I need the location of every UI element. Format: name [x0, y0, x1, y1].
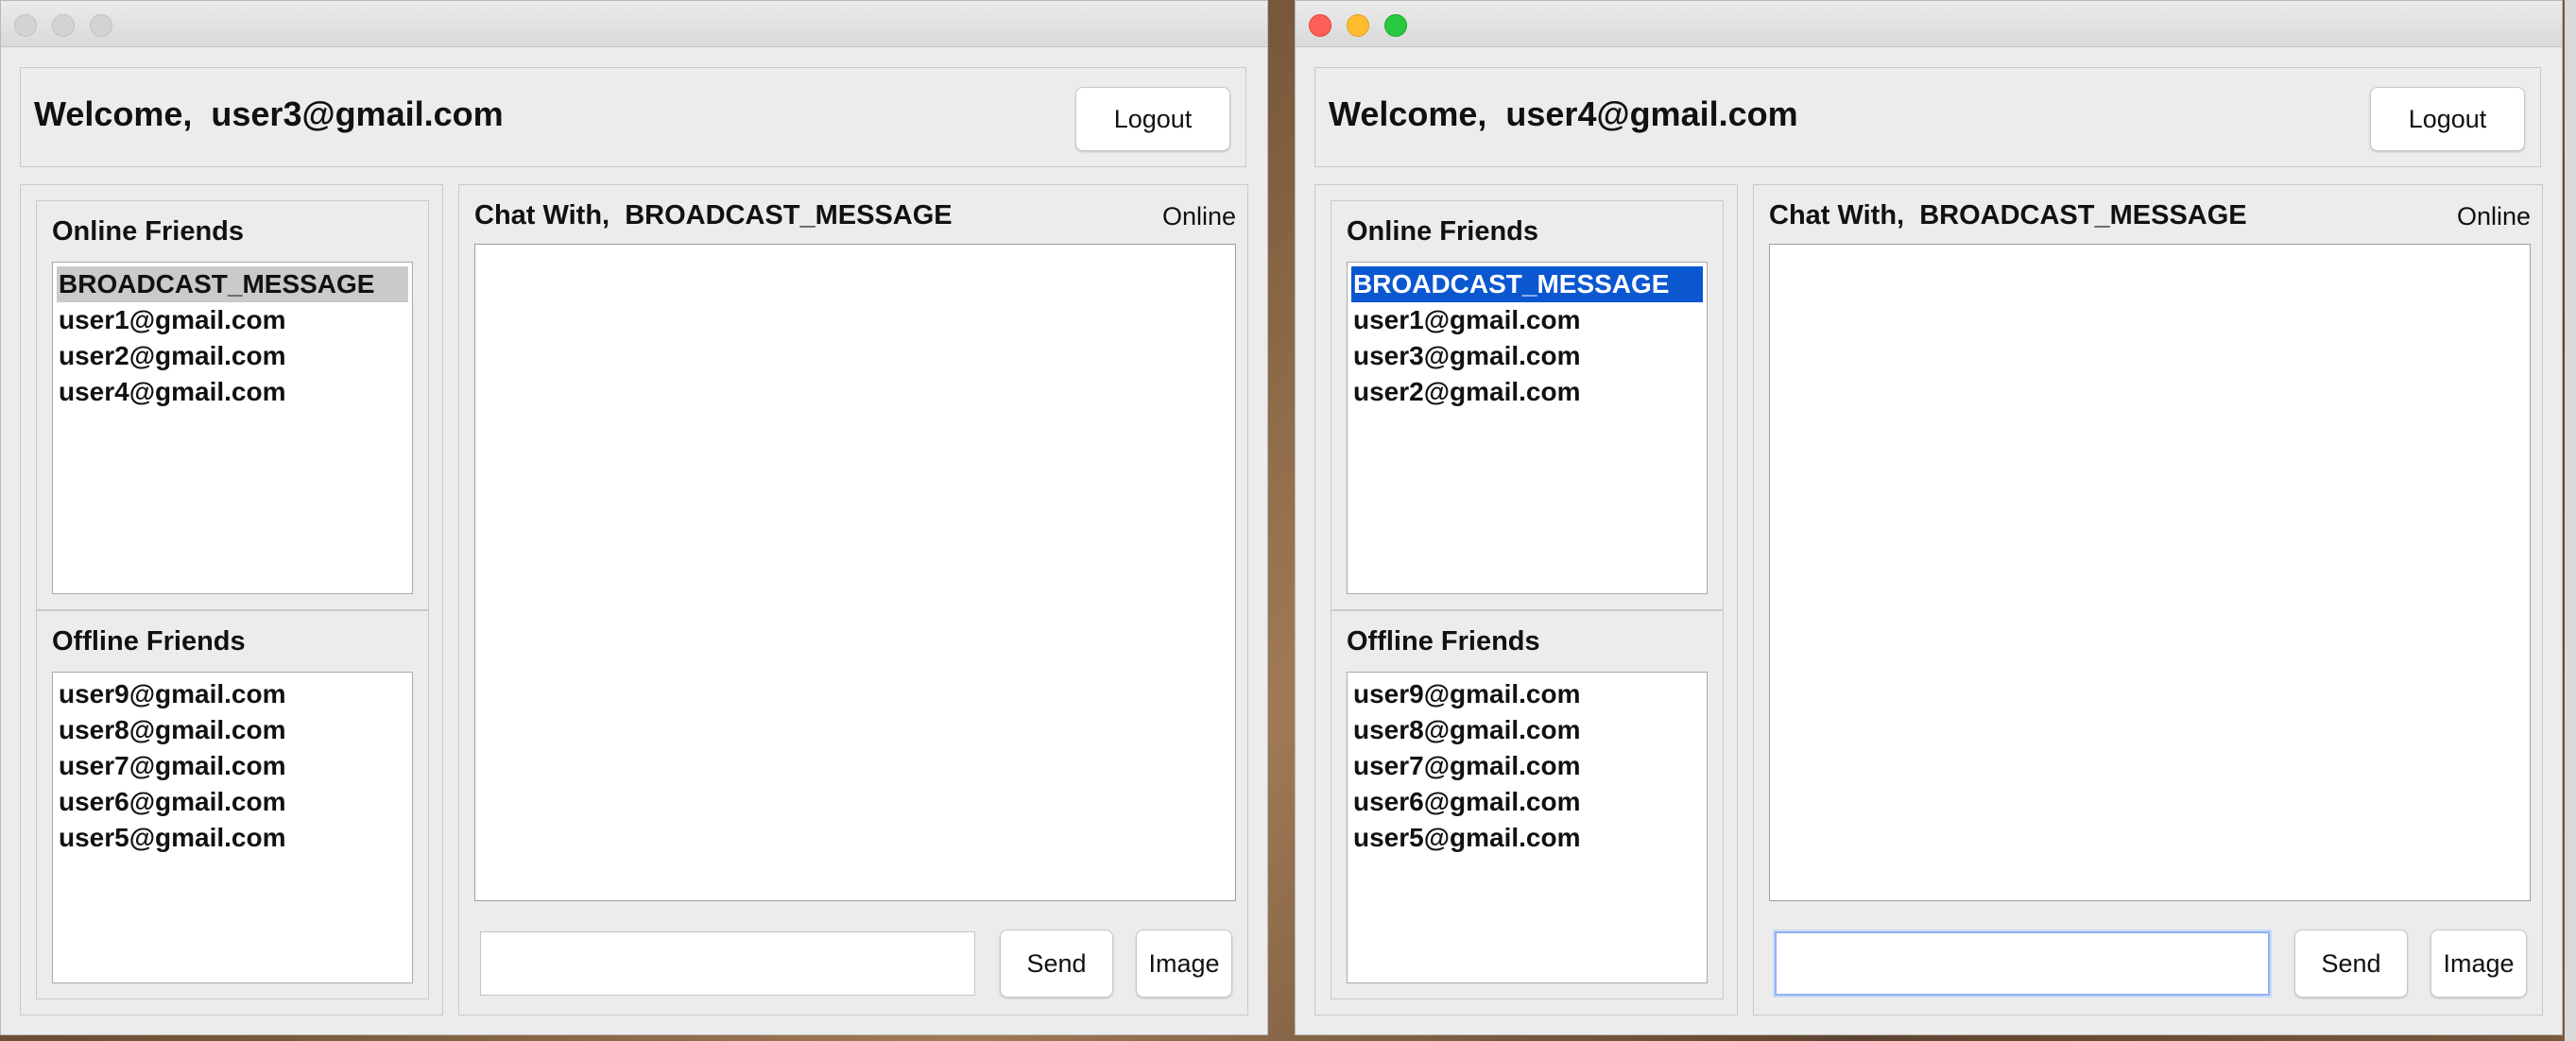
chat-message-area[interactable]	[1769, 244, 2531, 901]
online-friends-title: Online Friends	[52, 216, 245, 247]
offline-friend-item[interactable]: user9@gmail.com	[1351, 676, 1703, 712]
offline-friends-group: Offline Friends user9@gmail.com user8@gm…	[36, 610, 429, 999]
close-window-button[interactable]	[14, 14, 37, 37]
desktop-background-edge	[2565, 0, 2576, 1041]
online-friends-list[interactable]: BROADCAST_MESSAGE user1@gmail.com user3@…	[1347, 262, 1708, 594]
welcome-label: Welcome, user3@gmail.com	[34, 94, 504, 133]
offline-friends-title: Offline Friends	[1347, 626, 1540, 657]
online-friend-item[interactable]: user2@gmail.com	[57, 338, 408, 374]
online-friend-item[interactable]: user1@gmail.com	[1351, 302, 1703, 338]
chat-window-user4: Welcome, user4@gmail.com Logout Online F…	[1295, 0, 2563, 1035]
chat-panel: Chat With, BROADCAST_MESSAGE Online Send…	[1753, 184, 2543, 1015]
online-friend-item[interactable]: BROADCAST_MESSAGE	[1351, 266, 1703, 302]
chat-title: Chat With, BROADCAST_MESSAGE	[1769, 200, 2247, 230]
offline-friends-list[interactable]: user9@gmail.com user8@gmail.com user7@gm…	[1347, 672, 1708, 983]
minimize-window-button[interactable]	[52, 14, 75, 37]
offline-friends-group: Offline Friends user9@gmail.com user8@gm…	[1331, 610, 1724, 999]
offline-friends-title: Offline Friends	[52, 626, 246, 657]
header-panel: Welcome, user4@gmail.com Logout	[1314, 67, 2541, 167]
chat-message-area[interactable]	[474, 244, 1236, 901]
offline-friends-list[interactable]: user9@gmail.com user8@gmail.com user7@gm…	[52, 672, 413, 983]
friends-panel: Online Friends BROADCAST_MESSAGE user1@g…	[1314, 184, 1738, 1015]
offline-friend-item[interactable]: user8@gmail.com	[57, 712, 408, 748]
online-friend-item[interactable]: user3@gmail.com	[1351, 338, 1703, 374]
offline-friend-item[interactable]: user6@gmail.com	[1351, 784, 1703, 820]
chat-title: Chat With, BROADCAST_MESSAGE	[474, 200, 953, 230]
offline-friend-item[interactable]: user7@gmail.com	[57, 748, 408, 784]
online-friends-group: Online Friends BROADCAST_MESSAGE user1@g…	[36, 200, 429, 610]
offline-friend-item[interactable]: user5@gmail.com	[57, 820, 408, 856]
online-friend-item[interactable]: user1@gmail.com	[57, 302, 408, 338]
offline-friend-item[interactable]: user5@gmail.com	[1351, 820, 1703, 856]
chat-status-label: Online	[1161, 202, 1236, 230]
zoom-window-button[interactable]	[1384, 14, 1407, 37]
chat-window-user3: Welcome, user3@gmail.com Logout Online F…	[0, 0, 1268, 1035]
chat-panel: Chat With, BROADCAST_MESSAGE Online Send…	[458, 184, 1248, 1015]
zoom-window-button[interactable]	[90, 14, 112, 37]
online-friend-item[interactable]: user4@gmail.com	[57, 374, 408, 410]
logout-button[interactable]: Logout	[2370, 87, 2525, 151]
friends-panel: Online Friends BROADCAST_MESSAGE user1@g…	[20, 184, 443, 1015]
image-button[interactable]: Image	[2430, 930, 2527, 998]
online-friend-item[interactable]: BROADCAST_MESSAGE	[57, 266, 408, 302]
offline-friend-item[interactable]: user6@gmail.com	[57, 784, 408, 820]
online-friends-title: Online Friends	[1347, 216, 1539, 247]
online-friends-group: Online Friends BROADCAST_MESSAGE user1@g…	[1331, 200, 1724, 610]
message-input[interactable]	[480, 931, 975, 996]
online-friend-item[interactable]: user2@gmail.com	[1351, 374, 1703, 410]
online-friends-list[interactable]: BROADCAST_MESSAGE user1@gmail.com user2@…	[52, 262, 413, 594]
send-button[interactable]: Send	[2294, 930, 2408, 998]
title-bar[interactable]	[1296, 1, 2562, 47]
offline-friend-item[interactable]: user9@gmail.com	[57, 676, 408, 712]
logout-button[interactable]: Logout	[1075, 87, 1230, 151]
title-bar[interactable]	[1, 1, 1267, 47]
welcome-label: Welcome, user4@gmail.com	[1329, 94, 1798, 133]
chat-status-label: Online	[2456, 202, 2531, 230]
message-input[interactable]	[1775, 931, 2270, 996]
close-window-button[interactable]	[1309, 14, 1331, 37]
header-panel: Welcome, user3@gmail.com Logout	[20, 67, 1246, 167]
send-button[interactable]: Send	[1000, 930, 1113, 998]
minimize-window-button[interactable]	[1347, 14, 1369, 37]
image-button[interactable]: Image	[1136, 930, 1232, 998]
offline-friend-item[interactable]: user7@gmail.com	[1351, 748, 1703, 784]
offline-friend-item[interactable]: user8@gmail.com	[1351, 712, 1703, 748]
